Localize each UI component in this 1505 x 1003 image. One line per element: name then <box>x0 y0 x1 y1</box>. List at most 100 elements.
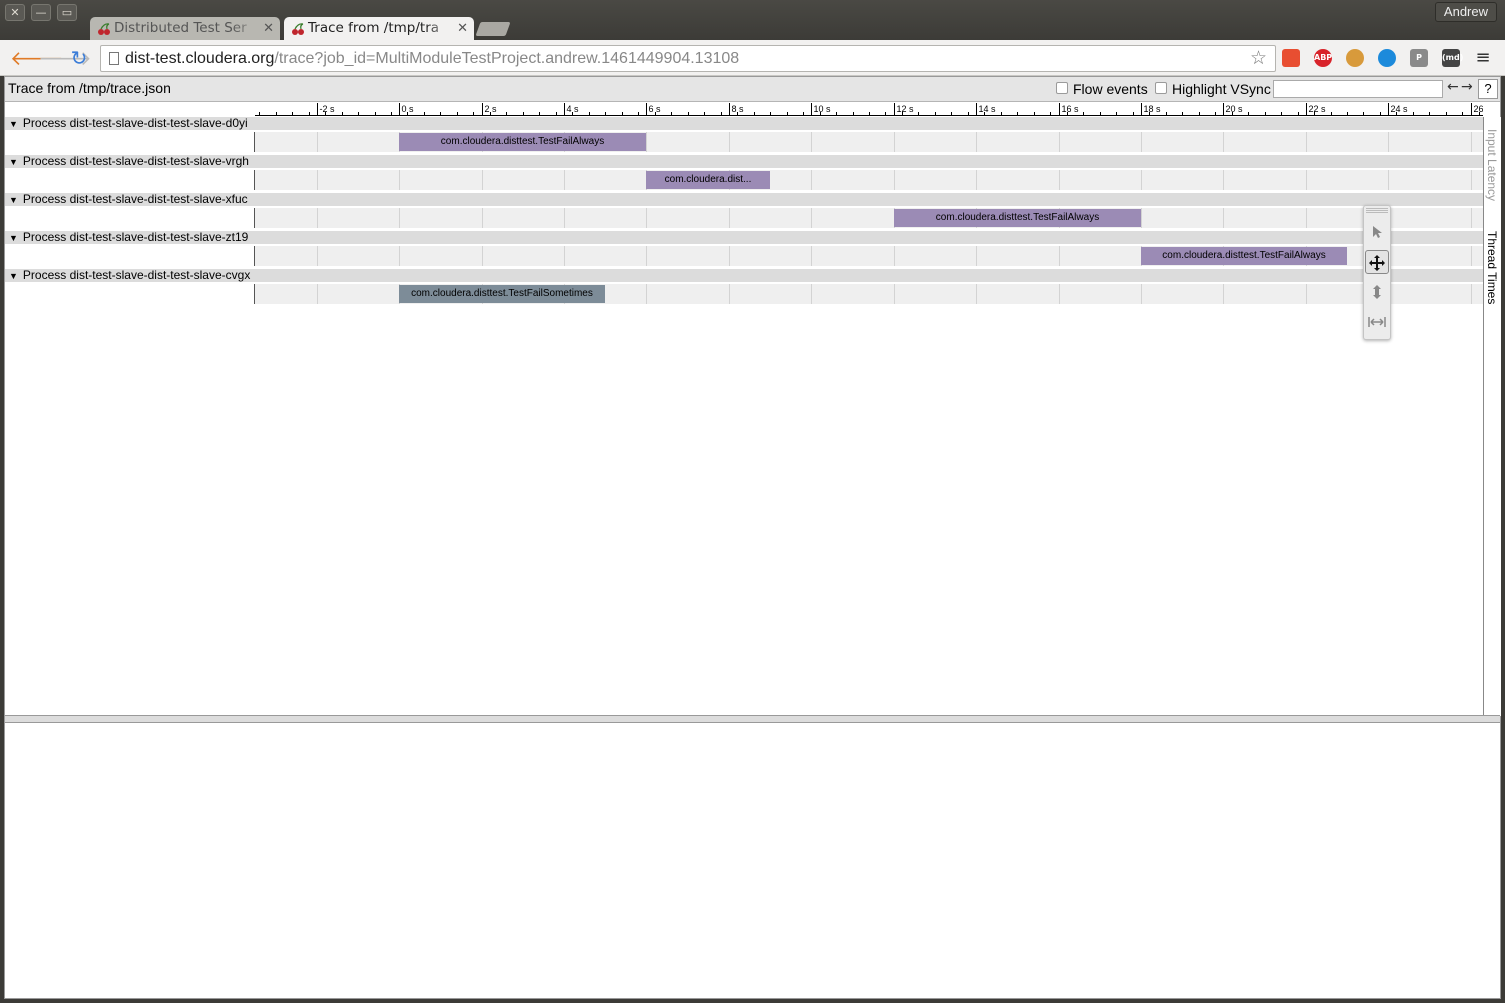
adblock-icon[interactable]: ABP <box>1314 49 1332 67</box>
grid-line <box>564 208 565 228</box>
panel-splitter[interactable] <box>5 715 1500 723</box>
analysis-panel <box>5 723 1500 998</box>
flow-events-label: Flow events <box>1073 81 1148 97</box>
grid-line <box>1471 170 1472 190</box>
browser-toolbar: 🡐 🡒 ↻ dist-test.cloudera.org/trace?job_i… <box>0 40 1505 76</box>
ruler-label: 24 s <box>1391 104 1409 114</box>
window-maximize-button[interactable]: ▭ <box>57 4 77 21</box>
grid-line <box>894 170 895 190</box>
cookie-icon[interactable] <box>1346 49 1364 67</box>
help-button[interactable]: ? <box>1478 79 1498 99</box>
trace-slice[interactable]: com.cloudera.dist... <box>646 171 770 189</box>
grid-line <box>1223 170 1224 190</box>
ruler-label: -2 s <box>320 104 336 114</box>
process-name: Process dist-test-slave-dist-test-slave-… <box>22 230 249 244</box>
expand-triangle-icon[interactable]: ▼ <box>9 233 18 243</box>
grid-line <box>1059 170 1060 190</box>
menu-icon[interactable]: ≡ <box>1471 47 1495 69</box>
grid-line <box>399 246 400 266</box>
ruler-label: 0 s <box>402 104 415 114</box>
window-minimize-button[interactable]: — <box>31 4 51 21</box>
address-host: dist-test.cloudera.org <box>125 50 275 67</box>
grid-line <box>317 170 318 190</box>
user-menu[interactable]: Andrew <box>1434 2 1497 22</box>
trace-slice[interactable]: com.cloudera.disttest.TestFailAlways <box>894 209 1141 227</box>
side-tab-input-latency[interactable]: Input Latency <box>1485 129 1499 201</box>
trace-slice[interactable]: com.cloudera.disttest.TestFailAlways <box>1141 247 1347 265</box>
markdown-icon[interactable]: (md) <box>1442 49 1463 67</box>
forward-arrow-icon[interactable]: 🡒 <box>38 47 92 69</box>
tab-distributed-test[interactable]: Distributed Test Ser ✕ <box>90 17 280 41</box>
trace-slice[interactable]: com.cloudera.disttest.TestFailAlways <box>399 133 646 151</box>
process-name: Process dist-test-slave-dist-test-slave-… <box>22 192 248 206</box>
mouse-mode-selector <box>1363 205 1391 340</box>
flow-events-checkbox[interactable] <box>1056 82 1068 94</box>
expand-triangle-icon[interactable]: ▼ <box>9 195 18 205</box>
ruler-label: 2 s <box>485 104 498 114</box>
expand-triangle-icon[interactable]: ▼ <box>9 271 18 281</box>
ruler-label: 22 s <box>1309 104 1327 114</box>
grid-line <box>399 208 400 228</box>
grid-line <box>1471 284 1472 304</box>
window-close-button[interactable]: ✕ <box>5 4 25 21</box>
find-prev-button[interactable]: ← <box>1447 79 1459 95</box>
page-icon <box>109 52 119 65</box>
trace-slice[interactable]: com.cloudera.disttest.TestFailSometimes <box>399 285 605 303</box>
process-name: Process dist-test-slave-dist-test-slave-… <box>22 268 251 282</box>
side-panel: Input Latency Thread Times <box>1483 117 1501 716</box>
new-tab-button[interactable] <box>475 22 511 36</box>
address-bar[interactable]: dist-test.cloudera.org/trace?job_id=Mult… <box>100 45 1276 72</box>
process-header[interactable]: ▼ Process dist-test-slave-dist-test-slave… <box>5 193 1483 206</box>
grid-line <box>976 284 977 304</box>
expand-triangle-icon[interactable]: ▼ <box>9 119 18 129</box>
thread-track: com.cloudera.disttest.TestFailAlways <box>5 208 1483 228</box>
pan-mode-icon[interactable] <box>1365 250 1389 274</box>
grid-line <box>729 284 730 304</box>
reload-icon[interactable]: ↻ <box>67 47 91 69</box>
git-icon[interactable] <box>1282 49 1300 67</box>
grid-line <box>729 246 730 266</box>
grid-line <box>811 170 812 190</box>
ruler-label: 8 s <box>732 104 745 114</box>
thread-track: com.cloudera.disttest.TestFailAlways <box>5 246 1483 266</box>
expand-triangle-icon[interactable]: ▼ <box>9 157 18 167</box>
thread-track: com.cloudera.disttest.TestFailAlways <box>5 132 1483 152</box>
grid-line <box>646 246 647 266</box>
drag-handle[interactable] <box>1366 208 1388 214</box>
grid-line <box>1471 208 1472 228</box>
grid-line <box>1059 246 1060 266</box>
circle-icon[interactable] <box>1378 49 1396 67</box>
grid-line <box>976 170 977 190</box>
process-header[interactable]: ▼ Process dist-test-slave-dist-test-slave… <box>5 231 1483 244</box>
tab-trace[interactable]: Trace from /tmp/tra ✕ <box>284 17 474 41</box>
find-next-button[interactable]: → <box>1461 79 1473 95</box>
grid-line <box>1141 132 1142 152</box>
p-icon[interactable]: P <box>1410 49 1428 67</box>
timing-mode-icon[interactable] <box>1365 310 1389 334</box>
grid-line <box>646 284 647 304</box>
thread-lane: com.cloudera.disttest.TestFailAlways <box>255 246 1483 266</box>
grid-line <box>811 132 812 152</box>
grid-line <box>1306 208 1307 228</box>
trace-viewer: Trace from /tmp/trace.json Flow events H… <box>4 76 1501 999</box>
back-arrow-icon[interactable]: 🡐 <box>10 47 64 69</box>
grid-line <box>811 208 812 228</box>
find-input[interactable] <box>1273 80 1443 98</box>
trace-header: Trace from /tmp/trace.json Flow events H… <box>5 77 1500 102</box>
process-name: Process dist-test-slave-dist-test-slave-… <box>22 116 248 130</box>
window-titlebar: ✕ — ▭ Andrew Distributed Test Ser ✕ Trac… <box>0 0 1505 41</box>
grid-line <box>1223 284 1224 304</box>
thread-lane: com.cloudera.dist... <box>255 170 1483 190</box>
trace-title: Trace from /tmp/trace.json <box>8 80 171 96</box>
zoom-mode-icon[interactable] <box>1365 280 1389 304</box>
tab-close-icon[interactable]: ✕ <box>457 17 468 40</box>
process-header[interactable]: ▼ Process dist-test-slave-dist-test-slave… <box>5 269 1483 282</box>
highlight-vsync-checkbox[interactable] <box>1155 82 1167 94</box>
side-tab-thread-times[interactable]: Thread Times <box>1485 231 1499 304</box>
process-header[interactable]: ▼ Process dist-test-slave-dist-test-slave… <box>5 117 1483 130</box>
selection-mode-icon[interactable] <box>1365 220 1389 244</box>
bookmark-star-icon[interactable]: ☆ <box>1250 46 1267 71</box>
tab-close-icon[interactable]: ✕ <box>263 17 274 40</box>
grid-line <box>482 246 483 266</box>
process-header[interactable]: ▼ Process dist-test-slave-dist-test-slave… <box>5 155 1483 168</box>
